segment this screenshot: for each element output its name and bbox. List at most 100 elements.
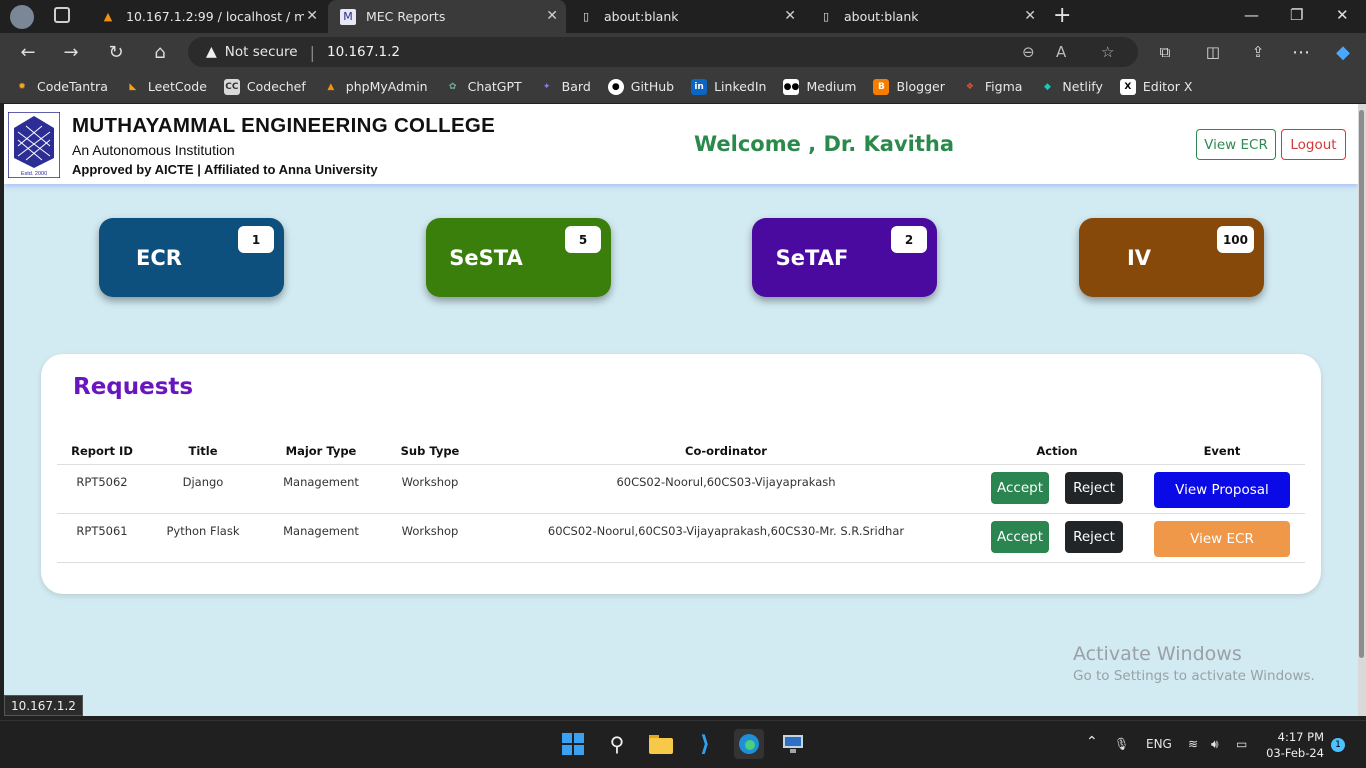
forward-icon[interactable]: → [60, 41, 82, 63]
bookmark-medium[interactable]: ●● Medium [783, 78, 856, 95]
table-row: RPT5061 Python Flask Management Workshop… [57, 513, 1305, 563]
tab-phpmyadmin[interactable]: ▲ 10.167.1.2:99 / localhost / mec_re ✕ [88, 0, 326, 33]
card-sesta[interactable]: SeSTA 5 [426, 218, 611, 297]
tab-about-blank-2[interactable]: ▯ about:blank ✕ [806, 0, 1044, 33]
bookmark-bard[interactable]: ✦ Bard [539, 79, 591, 95]
close-icon[interactable]: ✕ [1024, 8, 1036, 24]
cell-action: Accept Reject [975, 513, 1139, 563]
reject-button[interactable]: Reject [1065, 471, 1123, 504]
refresh-icon[interactable]: ↻ [105, 41, 127, 63]
extensions-icon[interactable]: ⧉ [1154, 41, 1176, 63]
tab-mec-reports[interactable]: M MEC Reports ✕ [328, 0, 566, 33]
phpmyadmin-icon: ▲ [103, 10, 113, 23]
notification-badge[interactable]: 1 [1331, 738, 1345, 752]
bookmark-chatgpt[interactable]: ✿ ChatGPT [445, 79, 522, 95]
restore-icon[interactable]: ❐ [1290, 6, 1303, 24]
figma-icon: ❖ [965, 81, 974, 92]
volume-icon[interactable]: 🔊︎ [1211, 737, 1219, 752]
close-window-icon[interactable]: ✕ [1336, 6, 1349, 24]
bookmark-netlify[interactable]: ◆ Netlify [1039, 79, 1103, 95]
scrollbar-thumb[interactable] [1359, 110, 1364, 658]
edge-icon[interactable] [734, 729, 764, 759]
tab-title: MEC Reports [366, 9, 446, 24]
more-icon[interactable]: ⋯ [1290, 41, 1312, 63]
bookmark-linkedin[interactable]: in LinkedIn [691, 78, 766, 95]
cell-report-id: RPT5061 [57, 513, 147, 563]
bookmark-editor-x[interactable]: X Editor X [1119, 78, 1192, 95]
bookmark-codetantra[interactable]: ✹ CodeTantra [14, 79, 108, 95]
wifi-icon[interactable]: ≋ [1188, 737, 1198, 751]
cell-event: View Proposal [1139, 464, 1305, 514]
tab-title: about:blank [604, 9, 679, 24]
card-setaf[interactable]: SeTAF 2 [752, 218, 937, 297]
college-subtitle: An Autonomous Institution [72, 142, 235, 158]
view-ecr-row-button[interactable]: View ECR [1154, 520, 1290, 557]
col-event: Event [1139, 438, 1305, 465]
welcome-message: Welcome , Dr. Kavitha [693, 132, 955, 156]
search-icon[interactable]: ⚲ [602, 729, 632, 759]
card-count-badge: 2 [891, 226, 927, 253]
view-proposal-button[interactable]: View Proposal [1154, 471, 1290, 508]
github-icon: ● [607, 78, 624, 95]
back-icon[interactable]: ← [17, 41, 39, 63]
home-icon[interactable]: ⌂ [149, 41, 171, 63]
card-count-badge: 100 [1216, 226, 1254, 253]
college-title-block: MUTHAYAMMAL ENGINEERING COLLEGE An Auton… [72, 114, 495, 177]
bard-icon: ✦ [542, 81, 551, 92]
activate-windows-watermark: Activate Windows Go to Settings to activ… [1073, 643, 1315, 684]
close-icon[interactable]: ✕ [784, 8, 796, 24]
file-explorer-icon[interactable] [646, 729, 676, 759]
page-scrollbar[interactable] [1358, 104, 1366, 716]
battery-icon[interactable]: ▭ [1236, 737, 1247, 751]
card-iv[interactable]: IV 100 [1079, 218, 1264, 297]
logout-button[interactable]: Logout [1281, 129, 1346, 160]
microphone-icon[interactable]: 🎙︎ [1114, 737, 1129, 751]
bookmark-label: Bard [561, 79, 591, 94]
start-icon[interactable] [558, 729, 588, 759]
bookmark-codechef[interactable]: CC Codechef [223, 78, 306, 95]
col-action: Action [975, 438, 1139, 465]
netlify-icon: ◆ [1043, 81, 1051, 92]
favorite-star-icon[interactable]: ☆ [1101, 43, 1114, 61]
warning-icon[interactable]: ▲ [206, 44, 217, 60]
col-major-type: Major Type [259, 438, 383, 465]
close-icon[interactable]: ✕ [306, 8, 318, 24]
accept-button[interactable]: Accept [991, 520, 1049, 553]
requests-panel: Requests Report ID Title Major Type Sub … [41, 354, 1321, 594]
read-aloud-icon[interactable]: A [1056, 43, 1066, 61]
chevron-up-icon[interactable]: ⌃ [1086, 734, 1098, 750]
language-indicator[interactable]: ENG [1146, 737, 1172, 751]
url-text[interactable]: 10.167.1.2 [327, 44, 400, 60]
clock[interactable]: 4:17 PM 03-Feb-24 [1264, 729, 1324, 761]
bookmark-leetcode[interactable]: ◣ LeetCode [125, 79, 207, 95]
card-ecr[interactable]: ECR 1 [99, 218, 284, 297]
vscode-icon[interactable]: ⟩ [690, 729, 720, 759]
cell-sub-type: Workshop [383, 464, 477, 514]
workspaces-icon[interactable] [54, 7, 70, 23]
bookmark-blogger[interactable]: B Blogger [873, 78, 945, 95]
share-icon[interactable]: ⇪ [1247, 41, 1269, 63]
tab-about-blank-1[interactable]: ▯ about:blank ✕ [566, 0, 804, 33]
requests-table: Report ID Title Major Type Sub Type Co-o… [57, 438, 1305, 563]
split-screen-icon[interactable]: ◫ [1202, 41, 1224, 63]
clock-date: 03-Feb-24 [1266, 746, 1324, 760]
bookmark-phpmyadmin[interactable]: ▲ phpMyAdmin [323, 79, 427, 95]
accept-button[interactable]: Accept [991, 471, 1049, 504]
zoom-icon[interactable]: ⊖ [1022, 43, 1035, 61]
remote-desktop-icon[interactable] [778, 729, 808, 759]
cell-sub-type: Workshop [383, 513, 477, 563]
new-tab-icon[interactable]: + [1053, 3, 1071, 28]
mec-logo-icon: M [340, 8, 356, 25]
copilot-icon[interactable]: ◆ [1332, 41, 1354, 63]
reject-button[interactable]: Reject [1065, 520, 1123, 553]
address-bar[interactable]: ▲ Not secure | 10.167.1.2 ⊖ A ☆ [188, 37, 1138, 67]
bookmark-label: Figma [984, 79, 1023, 94]
profile-avatar[interactable] [10, 5, 34, 29]
site-header: Estd. 2000 MUTHAYAMMAL ENGINEERING COLLE… [4, 104, 1358, 184]
view-ecr-button[interactable]: View ECR [1196, 129, 1276, 160]
close-icon[interactable]: ✕ [546, 8, 558, 24]
bookmark-github[interactable]: ● GitHub [607, 78, 674, 95]
minimize-icon[interactable]: — [1244, 6, 1259, 24]
editor-x-icon: X [1119, 78, 1136, 95]
bookmark-figma[interactable]: ❖ Figma [962, 79, 1023, 95]
